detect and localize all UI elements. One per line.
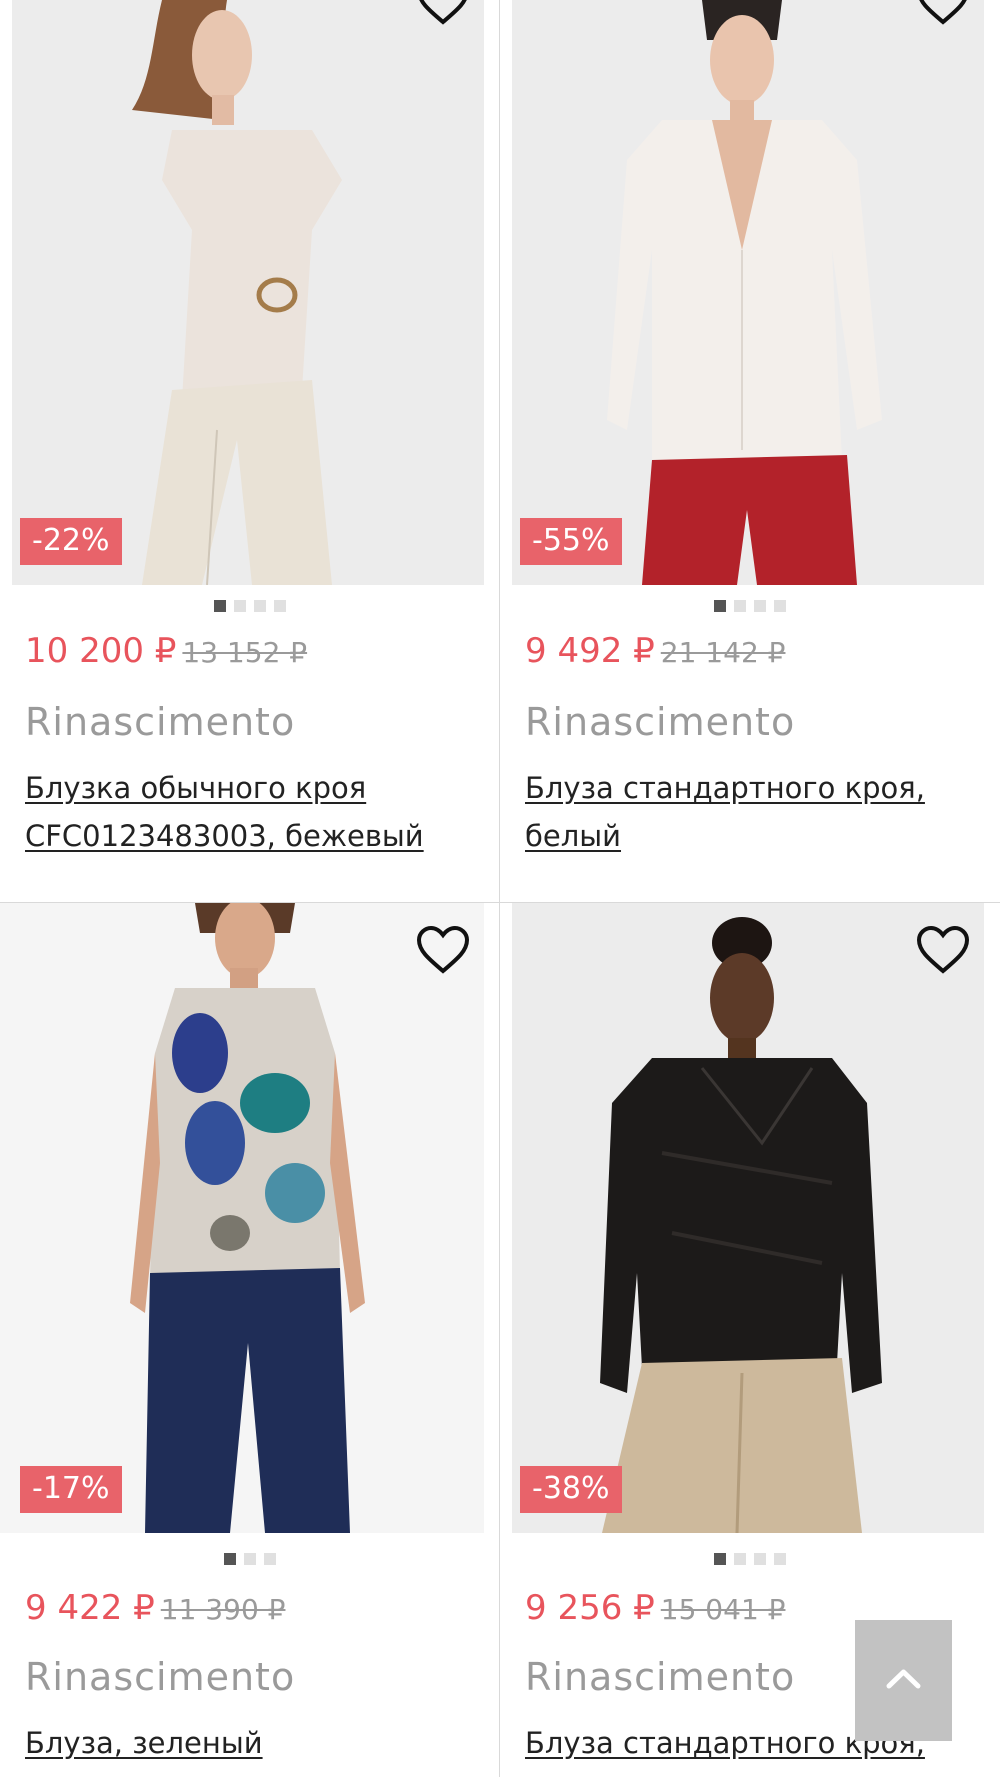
scroll-to-top-button[interactable]	[855, 1620, 952, 1741]
price-row: 9 492 ₽21 142 ₽	[525, 628, 785, 676]
product-title-link[interactable]: Блуза стандартного кроя, белый	[525, 764, 985, 860]
pagination-dot[interactable]	[213, 600, 226, 612]
old-price: 15 041 ₽	[660, 1593, 786, 1626]
image-pagination-dots[interactable]	[0, 1553, 499, 1565]
discount-badge: -17%	[20, 1466, 122, 1513]
product-title-link[interactable]: Блуза, зеленый	[25, 1719, 485, 1767]
current-price: 9 422 ₽	[25, 1588, 155, 1628]
current-price: 10 200 ₽	[25, 631, 177, 671]
column-divider	[499, 0, 500, 1777]
brand-name[interactable]: Rinascimento	[525, 1655, 795, 1699]
product-image[interactable]: -55%	[512, 0, 984, 585]
old-price: 13 152 ₽	[182, 636, 308, 669]
favorite-heart-icon[interactable]	[415, 925, 471, 975]
product-card[interactable]: -55% 9 492 ₽21 142 ₽ Rinascimento Блуза …	[500, 0, 999, 902]
pagination-dot[interactable]	[733, 600, 746, 612]
row-divider	[0, 902, 1000, 903]
pagination-dot[interactable]	[773, 600, 786, 612]
pagination-dot[interactable]	[753, 1553, 766, 1565]
image-pagination-dots[interactable]	[500, 600, 999, 612]
price-row: 9 422 ₽11 390 ₽	[25, 1585, 285, 1633]
pagination-dot[interactable]	[713, 600, 726, 612]
price-row: 9 256 ₽15 041 ₽	[525, 1585, 785, 1633]
brand-name[interactable]: Rinascimento	[25, 1655, 295, 1699]
discount-badge: -22%	[20, 518, 122, 565]
product-grid: -22% 10 200 ₽13 152 ₽ Rinascimento Блузк…	[0, 0, 1000, 1777]
brand-name[interactable]: Rinascimento	[25, 700, 295, 744]
pagination-dot[interactable]	[773, 1553, 786, 1565]
pagination-dot[interactable]	[223, 1553, 236, 1565]
pagination-dot[interactable]	[263, 1553, 276, 1565]
old-price: 21 142 ₽	[660, 636, 786, 669]
pagination-dot[interactable]	[253, 600, 266, 612]
pagination-dot[interactable]	[233, 600, 246, 612]
favorite-heart-icon[interactable]	[415, 0, 471, 26]
product-image[interactable]: -22%	[12, 0, 484, 585]
chevron-up-icon	[886, 1669, 921, 1689]
product-image[interactable]: -38%	[512, 903, 984, 1533]
old-price: 11 390 ₽	[160, 1593, 286, 1626]
image-pagination-dots[interactable]	[0, 600, 499, 612]
image-pagination-dots[interactable]	[500, 1553, 999, 1565]
product-card[interactable]: -17% 9 422 ₽11 390 ₽ Rinascimento Блуза,…	[0, 903, 499, 1777]
current-price: 9 492 ₽	[525, 631, 655, 671]
pagination-dot[interactable]	[733, 1553, 746, 1565]
favorite-heart-icon[interactable]	[915, 0, 971, 26]
pagination-dot[interactable]	[273, 600, 286, 612]
pagination-dot[interactable]	[713, 1553, 726, 1565]
product-title-link[interactable]: Блузка обычного кроя CFC0123483003, беже…	[25, 764, 485, 860]
brand-name[interactable]: Rinascimento	[525, 700, 795, 744]
current-price: 9 256 ₽	[525, 1588, 655, 1628]
product-card[interactable]: -22% 10 200 ₽13 152 ₽ Rinascimento Блузк…	[0, 0, 499, 902]
pagination-dot[interactable]	[243, 1553, 256, 1565]
discount-badge: -38%	[520, 1466, 622, 1513]
price-row: 10 200 ₽13 152 ₽	[25, 628, 307, 676]
product-image[interactable]: -17%	[0, 903, 484, 1533]
pagination-dot[interactable]	[753, 600, 766, 612]
favorite-heart-icon[interactable]	[915, 925, 971, 975]
discount-badge: -55%	[520, 518, 622, 565]
